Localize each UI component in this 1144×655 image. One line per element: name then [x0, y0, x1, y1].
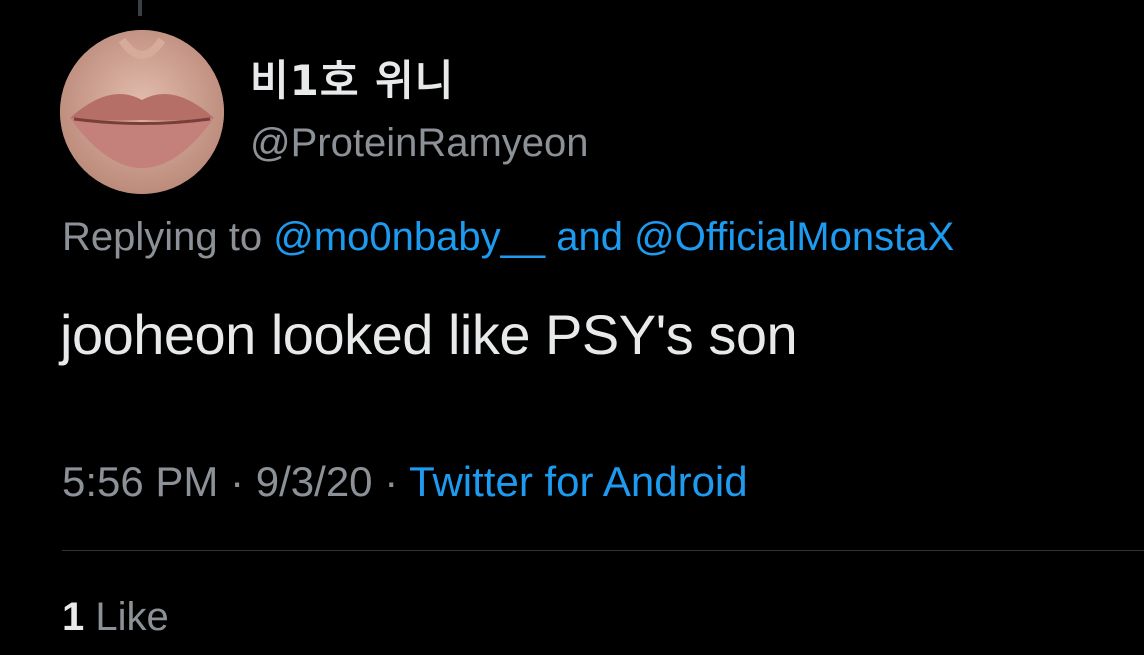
likes-count[interactable]: 1 Like [62, 592, 169, 642]
meta-separator: · [230, 458, 245, 505]
tweet-time[interactable]: 5:56 PM [62, 458, 218, 505]
likes-number: 1 [62, 595, 85, 639]
author-handle[interactable]: @ProteinRamyeon [250, 118, 589, 168]
tweet-meta: 5:56 PM · 9/3/20 · Twitter for Android [62, 456, 748, 508]
tweet-date[interactable]: 9/3/20 [256, 458, 373, 505]
likes-label: Like [95, 595, 169, 639]
replying-to-label: Replying to [62, 215, 263, 259]
divider [62, 550, 1144, 551]
reply-mention-link[interactable]: @OfficialMonstaX [634, 215, 954, 259]
tweet-text: jooheon looked like PSY's son [60, 303, 798, 366]
avatar-photo-icon [60, 30, 224, 194]
meta-separator: · [384, 458, 399, 505]
tweet-source-link[interactable]: Twitter for Android [409, 458, 747, 505]
author-avatar[interactable] [60, 30, 224, 194]
thread-connector-line [138, 0, 142, 16]
author-display-name[interactable]: 비1호 위니 [250, 56, 454, 106]
reply-mention-link[interactable]: @mo0nbaby__ [273, 215, 545, 259]
replying-to-line: Replying to @mo0nbaby__ and @OfficialMon… [62, 212, 954, 262]
reply-conjunction: and [556, 215, 624, 259]
